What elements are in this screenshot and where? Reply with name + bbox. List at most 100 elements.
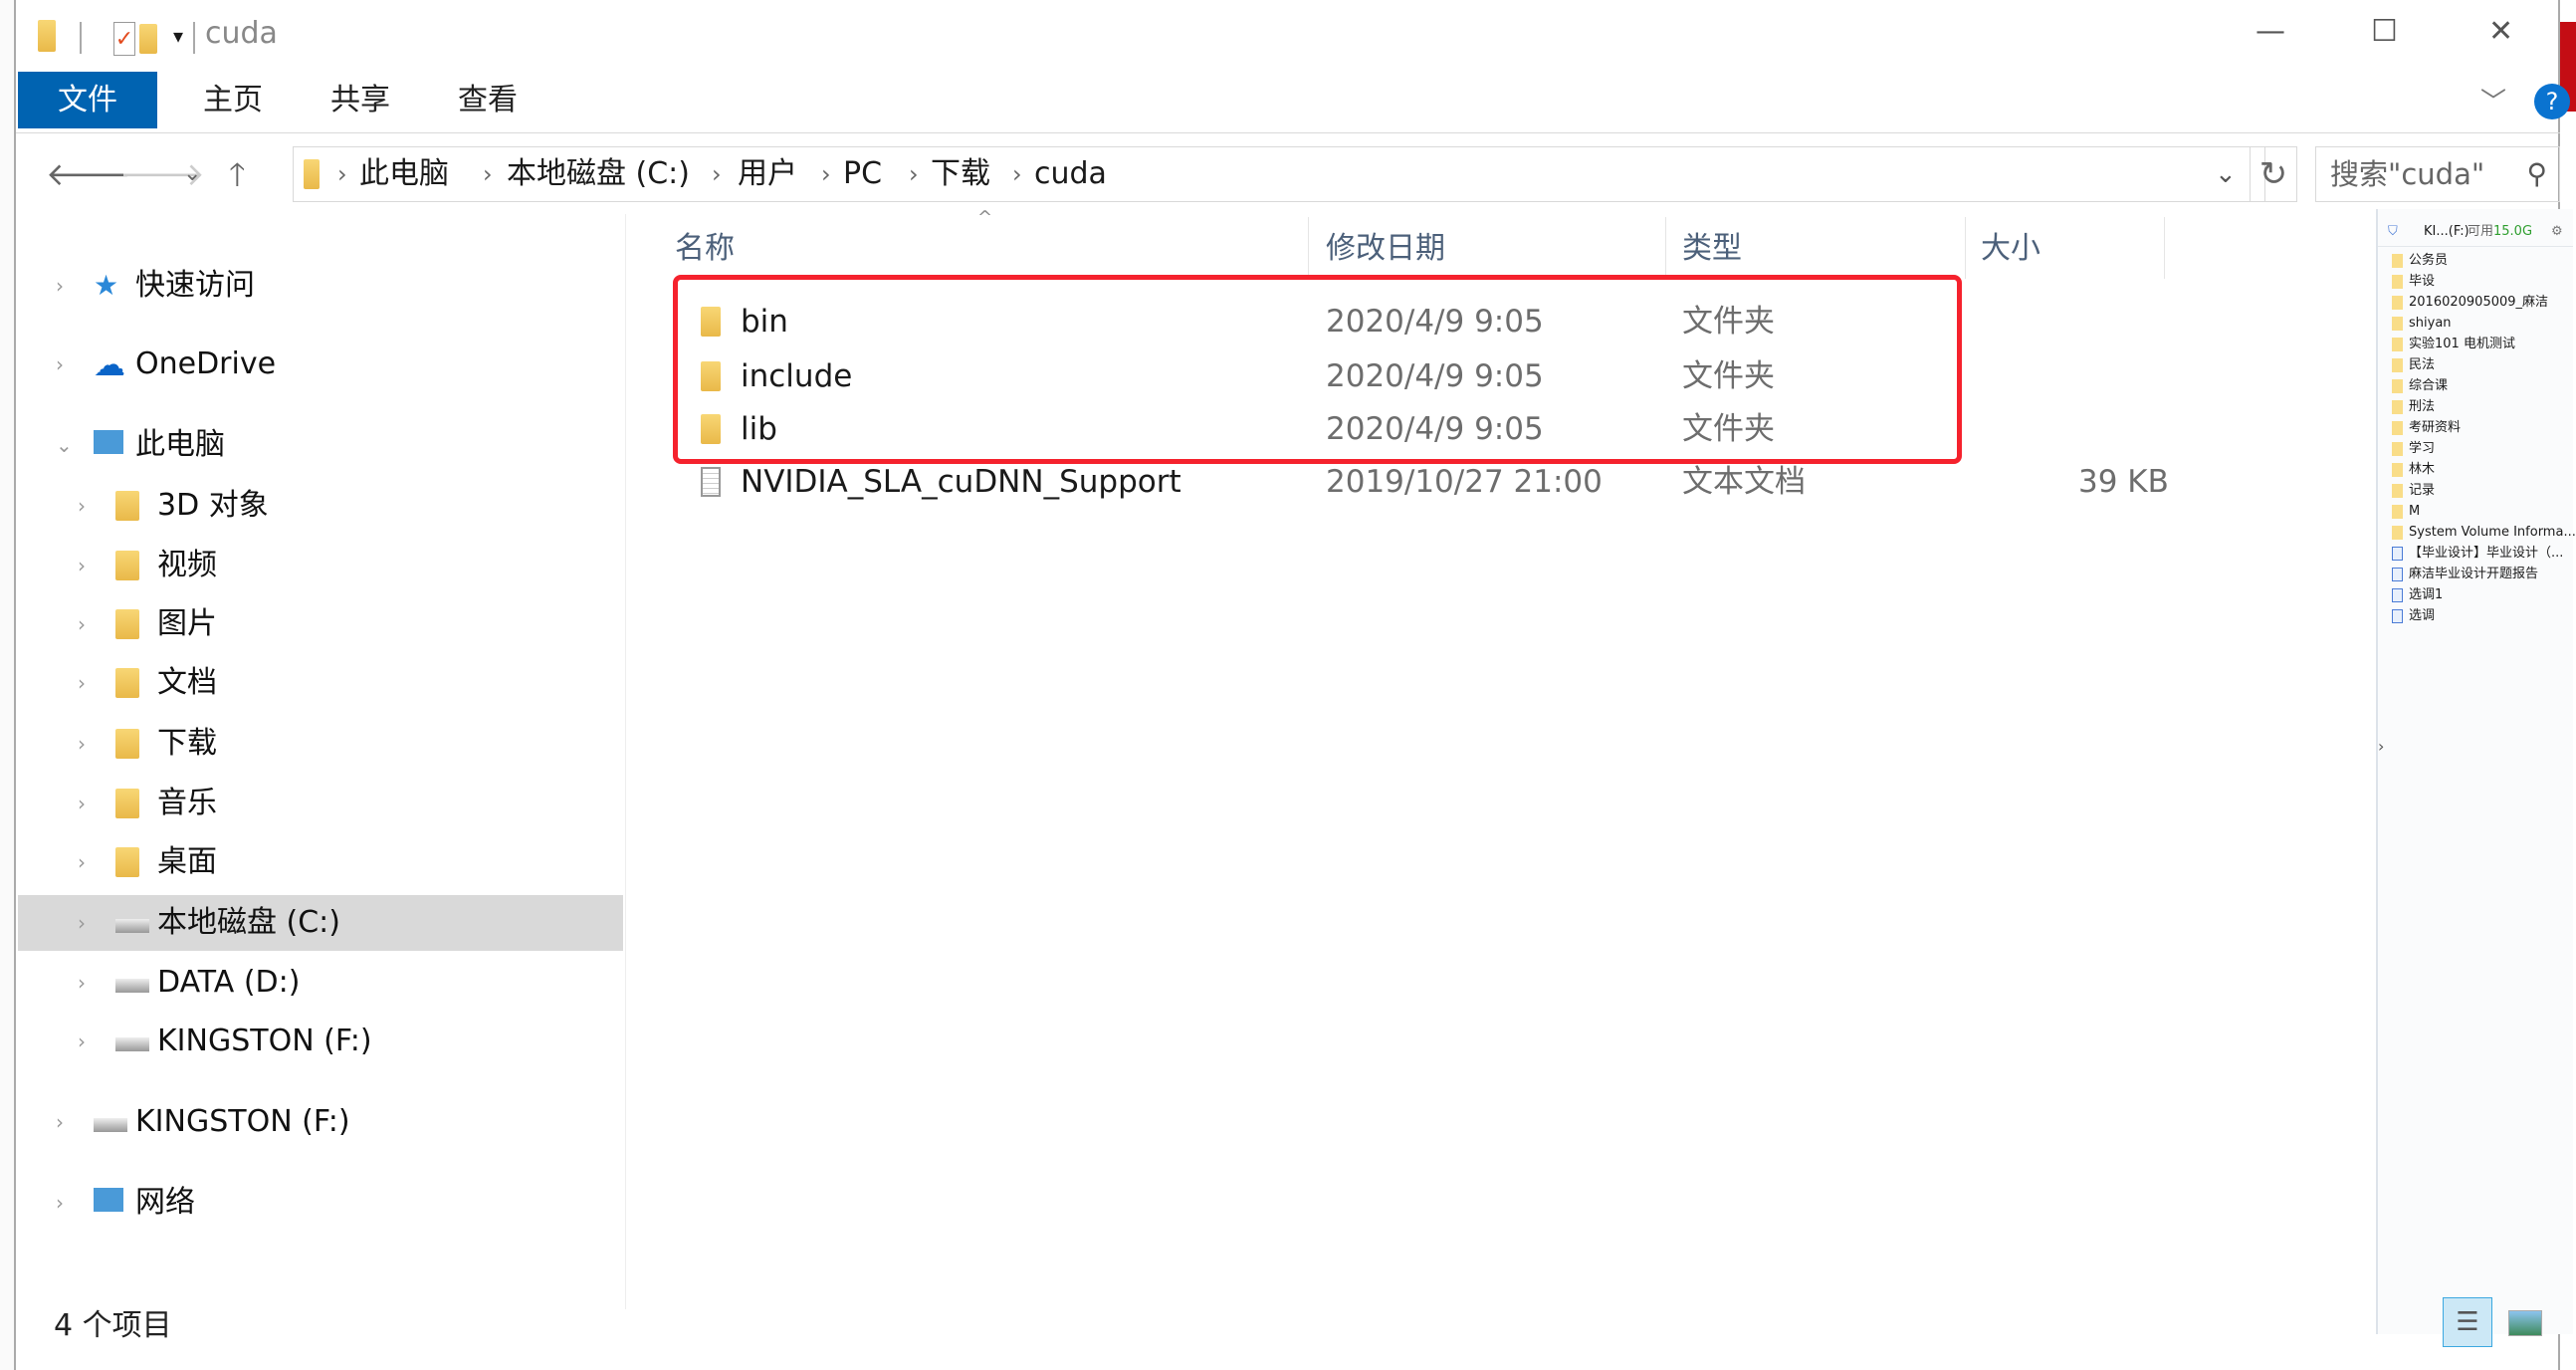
usb-list-item[interactable]: 记录 xyxy=(2392,481,2435,501)
expand-arrow-icon[interactable]: ⌄ xyxy=(56,425,73,465)
sidebar-item-label[interactable]: DATA (D:) xyxy=(157,963,300,1003)
sidebar-item-label[interactable]: 快速访问 xyxy=(135,266,255,306)
expand-arrow-icon[interactable]: › xyxy=(78,784,86,823)
sidebar-item-label[interactable]: 视频 xyxy=(157,546,217,585)
address-bar[interactable]: › 此电脑 › 本地磁盘 (C:) › 用户 › PC › 下载 › cuda … xyxy=(293,146,2265,202)
sidebar-item-label[interactable]: 本地磁盘 (C:) xyxy=(157,903,340,943)
breadcrumb-users[interactable]: 用户 xyxy=(738,147,797,201)
collapse-panel-icon[interactable]: › xyxy=(2378,737,2384,756)
expand-arrow-icon[interactable]: › xyxy=(78,724,86,764)
sidebar-item-label[interactable]: 音乐 xyxy=(157,784,217,823)
usb-list-item[interactable]: 林木 xyxy=(2392,460,2435,480)
chevron-right-icon[interactable]: › xyxy=(483,147,493,201)
chevron-right-icon[interactable]: › xyxy=(821,147,831,201)
sidebar-item-label[interactable]: 此电脑 xyxy=(135,425,225,465)
chevron-right-icon[interactable]: › xyxy=(909,147,919,201)
breadcrumb-cuda[interactable]: cuda xyxy=(1034,147,1107,201)
expand-arrow-icon[interactable]: › xyxy=(78,486,86,526)
usb-list-item[interactable]: 刑法 xyxy=(2392,397,2435,417)
usb-list-item[interactable]: 2016020905009_麻洁 xyxy=(2392,293,2548,313)
usb-list-item[interactable]: 实验101 电机测试 xyxy=(2392,335,2515,354)
minimize-button[interactable]: — xyxy=(2255,14,2285,49)
expand-arrow-icon[interactable]: › xyxy=(56,266,64,306)
expand-ribbon-icon[interactable]: ﹀ xyxy=(2480,82,2506,118)
column-header-size[interactable]: 大小 xyxy=(1981,224,2040,274)
back-button[interactable]: 🡐 xyxy=(46,154,131,194)
refresh-button[interactable]: ↻ xyxy=(2250,146,2297,202)
usb-list-item[interactable]: 学习 xyxy=(2392,439,2435,459)
sidebar-item-label[interactable]: 3D 对象 xyxy=(157,486,269,526)
drive-icon xyxy=(115,979,149,993)
chevron-right-icon[interactable]: › xyxy=(712,147,722,201)
chevron-right-icon[interactable]: › xyxy=(337,147,347,201)
breadcrumb-local-disk[interactable]: 本地磁盘 (C:) xyxy=(507,147,690,201)
chevron-right-icon[interactable]: › xyxy=(1012,147,1022,201)
folder-icon xyxy=(2392,295,2403,310)
usb-list-item[interactable]: 民法 xyxy=(2392,355,2435,375)
large-icons-view-button[interactable] xyxy=(2508,1310,2542,1336)
expand-arrow-icon[interactable]: › xyxy=(78,963,86,1003)
column-divider[interactable] xyxy=(1308,217,1309,279)
expand-arrow-icon[interactable]: › xyxy=(78,604,86,644)
usb-list-item[interactable]: 毕设 xyxy=(2392,272,2435,292)
usb-list-item[interactable]: 综合课 xyxy=(2392,376,2448,396)
usb-item-label: 【毕业设计】毕业设计（... xyxy=(2409,546,2564,561)
sidebar-item-label[interactable]: OneDrive xyxy=(135,344,276,384)
usb-list-item[interactable]: M xyxy=(2392,502,2420,522)
folder-icon xyxy=(2392,337,2403,351)
close-button[interactable]: ✕ xyxy=(2488,14,2513,49)
folder-icon xyxy=(2392,420,2403,435)
expand-arrow-icon[interactable]: › xyxy=(56,1183,64,1223)
expand-arrow-icon[interactable]: › xyxy=(56,344,64,384)
expand-arrow-icon[interactable]: › xyxy=(78,546,86,585)
usb-list-item[interactable]: 考研资料 xyxy=(2392,418,2461,438)
expand-arrow-icon[interactable]: › xyxy=(78,842,86,882)
up-button[interactable]: 🡑 xyxy=(229,154,246,194)
usb-list-item[interactable]: 麻洁毕业设计开题报告 xyxy=(2392,565,2538,584)
quick-access-dropdown-icon[interactable]: ▾ xyxy=(173,24,183,48)
breadcrumb-this-pc[interactable]: 此电脑 xyxy=(359,147,449,201)
gear-icon[interactable]: ⚙ xyxy=(2551,219,2563,245)
maximize-button[interactable]: ☐ xyxy=(2371,14,2398,49)
sidebar-item-label[interactable]: KINGSTON (F:) xyxy=(135,1102,350,1142)
tab-share[interactable]: 共享 xyxy=(295,72,426,128)
breadcrumb-downloads[interactable]: 下载 xyxy=(931,147,990,201)
column-divider[interactable] xyxy=(1665,217,1666,279)
tab-view[interactable]: 查看 xyxy=(422,72,553,128)
expand-arrow-icon[interactable]: › xyxy=(56,1102,64,1142)
column-header-name[interactable]: 名称 xyxy=(675,224,735,274)
help-button[interactable]: ? xyxy=(2534,84,2570,119)
search-input[interactable]: 搜索"cuda" ⚲ xyxy=(2315,146,2560,202)
usb-list-item[interactable]: 选调 xyxy=(2392,606,2435,626)
tab-file[interactable]: 文件 xyxy=(18,72,157,128)
breadcrumb-pc[interactable]: PC xyxy=(843,147,882,201)
sidebar-item-label[interactable]: 图片 xyxy=(157,604,217,644)
tab-home[interactable]: 主页 xyxy=(167,72,299,128)
search-icon[interactable]: ⚲ xyxy=(2526,147,2547,201)
expand-arrow-icon[interactable]: › xyxy=(78,663,86,703)
address-dropdown-icon[interactable]: ⌄ xyxy=(2215,147,2237,201)
column-header-type[interactable]: 类型 xyxy=(1682,224,1742,274)
sidebar-item-label[interactable]: 文档 xyxy=(157,663,217,703)
expand-arrow-icon[interactable]: › xyxy=(78,903,86,943)
sidebar-item-label[interactable]: 桌面 xyxy=(157,842,217,882)
column-divider[interactable] xyxy=(2164,217,2165,279)
expand-arrow-icon[interactable]: › xyxy=(78,1022,86,1061)
star-icon: ★ xyxy=(94,269,119,302)
sidebar-item-label[interactable]: KINGSTON (F:) xyxy=(157,1022,372,1061)
properties-icon[interactable]: ✓ xyxy=(113,22,135,56)
usb-list-item[interactable]: 公务员 xyxy=(2392,251,2448,271)
recent-locations-button[interactable]: ⌄ xyxy=(183,154,201,194)
details-view-button[interactable]: ☰ xyxy=(2443,1297,2492,1347)
sidebar-item-label[interactable]: 下载 xyxy=(157,724,217,764)
sidebar-item-label[interactable]: 网络 xyxy=(135,1183,195,1223)
usb-list-item[interactable]: shiyan xyxy=(2392,314,2452,334)
new-folder-icon[interactable] xyxy=(139,24,157,54)
usb-list-item[interactable]: 【毕业设计】毕业设计（... xyxy=(2392,544,2563,564)
column-header-date[interactable]: 修改日期 xyxy=(1326,224,1445,274)
usb-list-item[interactable]: System Volume Informa... xyxy=(2392,523,2576,543)
column-divider[interactable] xyxy=(1965,217,1966,279)
window-title: cuda xyxy=(205,16,278,51)
usb-list-item[interactable]: 选调1 xyxy=(2392,585,2443,605)
folder-icon xyxy=(2392,483,2403,498)
